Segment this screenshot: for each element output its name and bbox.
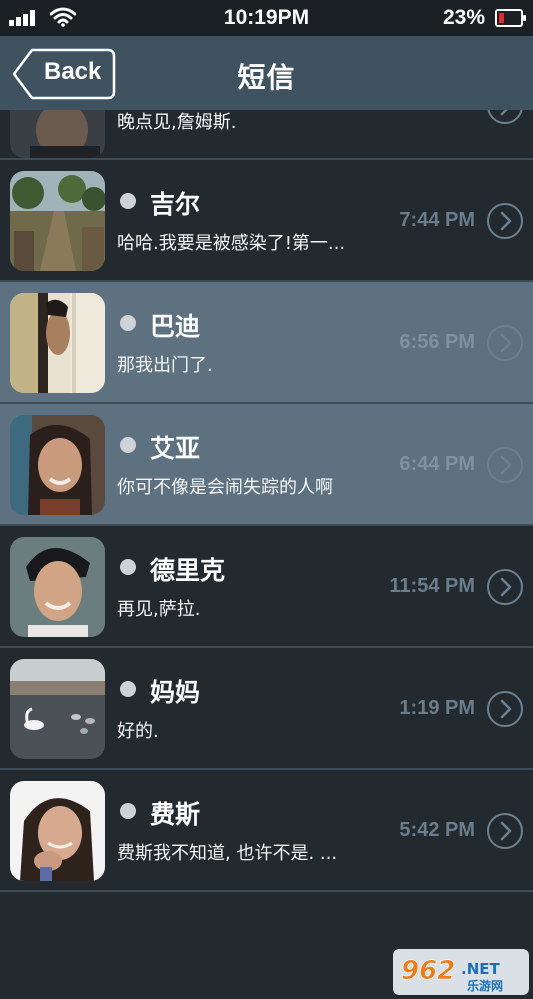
- site-watermark-logo: 962 .NET 乐游网: [393, 949, 529, 995]
- message-preview: 费斯我不知道, 也许不是. ...: [117, 843, 338, 864]
- conversation-row[interactable]: 妈妈 好的. 1:19 PM: [0, 648, 533, 770]
- chevron-right-icon[interactable]: [487, 325, 523, 361]
- message-time: 1:19 PM: [399, 697, 475, 719]
- conversation-row[interactable]: 吉尔 哈哈.我要是被感染了!第一... 7:44 PM: [0, 160, 533, 282]
- chevron-right-icon[interactable]: [487, 691, 523, 727]
- navigation-bar: Back 短信: [0, 36, 533, 112]
- message-time: 7:44 PM: [399, 209, 475, 231]
- unread-dot-icon: [120, 803, 136, 819]
- message-preview: 你可不像是会闹失踪的人啊: [117, 477, 333, 498]
- landscape-avatar-icon: [10, 171, 105, 271]
- status-bar: 10:19PM 23%: [0, 0, 533, 36]
- message-preview: 那我出门了.: [117, 355, 213, 376]
- battery-level-fill: [499, 13, 504, 23]
- unread-dot-icon: [120, 193, 136, 209]
- battery-icon: [495, 9, 526, 27]
- message-time: 6:44 PM: [399, 453, 475, 475]
- svg-text:.NET: .NET: [461, 960, 500, 978]
- man-avatar-icon: [10, 110, 105, 158]
- message-preview: 晚点见,詹姆斯.: [117, 112, 237, 133]
- unread-dot-icon: [120, 437, 136, 453]
- message-time: 11:54 PM: [389, 575, 475, 597]
- conversation-row[interactable]: 巴迪 那我出门了. 6:56 PM: [0, 282, 533, 404]
- lake-swan-avatar-icon: [10, 659, 105, 759]
- contact-name: 艾亚: [150, 434, 201, 463]
- message-preview: 好的.: [117, 721, 159, 742]
- chevron-right-icon[interactable]: [487, 569, 523, 605]
- laughing-woman-avatar-icon: [10, 781, 105, 881]
- message-preview: 哈哈.我要是被感染了!第一...: [117, 233, 346, 254]
- conversation-row[interactable]: 德里克 再见,萨拉. 11:54 PM: [0, 526, 533, 648]
- svg-text:962: 962: [401, 956, 455, 986]
- chevron-right-icon[interactable]: [487, 447, 523, 483]
- contact-name: 妈妈: [150, 678, 201, 707]
- contact-name: 吉尔: [150, 190, 201, 219]
- chevron-right-icon[interactable]: [487, 203, 523, 239]
- battery-percent: 23%: [442, 6, 485, 29]
- page-title: 短信: [237, 61, 296, 94]
- unread-dot-icon: [120, 315, 136, 331]
- conversation-row[interactable]: 艾亚 你可不像是会闹失踪的人啊 6:44 PM: [0, 404, 533, 526]
- svg-text:乐游网: 乐游网: [467, 978, 503, 993]
- chevron-right-icon[interactable]: [487, 813, 523, 849]
- message-preview: 再见,萨拉.: [117, 599, 201, 620]
- contact-name: 德里克: [150, 556, 226, 585]
- contact-name: 巴迪: [150, 312, 201, 341]
- unread-dot-icon: [120, 559, 136, 575]
- chevron-right-icon[interactable]: [487, 110, 523, 124]
- conversation-row[interactable]: 晚点见,詹姆斯.: [0, 110, 533, 160]
- message-time: 6:56 PM: [399, 331, 475, 353]
- peeking-man-avatar-icon: [10, 293, 105, 393]
- conversation-row[interactable]: 费斯 费斯我不知道, 也许不是. ... 5:42 PM: [0, 770, 533, 892]
- unread-dot-icon: [120, 681, 136, 697]
- contact-name: 费斯: [150, 800, 201, 829]
- woman-avatar-icon: [10, 415, 105, 515]
- young-man-avatar-icon: [10, 537, 105, 637]
- message-time: 5:42 PM: [399, 819, 475, 841]
